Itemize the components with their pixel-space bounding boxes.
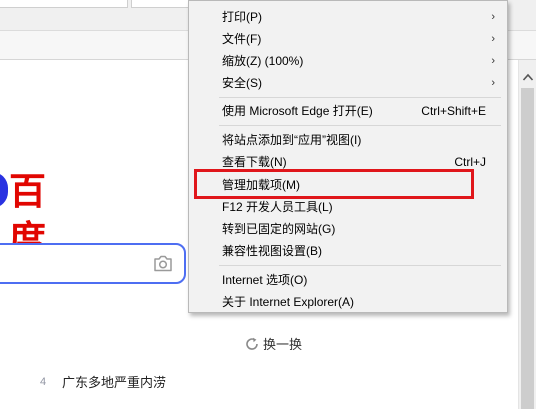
menu-item-internet-options[interactable]: Internet 选项(O) xyxy=(189,269,507,291)
camera-icon[interactable] xyxy=(153,255,173,272)
menu-item-label: 安全(S) xyxy=(222,76,262,90)
menu-item-shortcut: Ctrl+Shift+E xyxy=(421,104,486,118)
menu-item-add-to-apps[interactable]: 将站点添加到“应用”视图(I) xyxy=(189,129,507,151)
scroll-thumb[interactable] xyxy=(521,88,534,409)
menu-item-label: Internet 选项(O) xyxy=(222,273,308,287)
menu-item-label: 将站点添加到“应用”视图(I) xyxy=(222,133,362,147)
chevron-right-icon: › xyxy=(491,77,495,89)
menu-item-compat-view[interactable]: 兼容性视图设置(B) xyxy=(189,240,507,262)
refresh-button[interactable]: 换一换 xyxy=(245,334,302,353)
hot-rank: 4 xyxy=(40,375,47,388)
chevron-right-icon: › xyxy=(491,11,495,23)
refresh-label: 换一换 xyxy=(263,337,303,352)
menu-item-label: 转到已固定的网站(G) xyxy=(222,222,336,236)
menu-separator xyxy=(219,125,501,126)
search-input[interactable] xyxy=(0,243,186,284)
menu-item-label: 缩放(Z) (100%) xyxy=(222,54,304,68)
scroll-up-arrow-icon[interactable] xyxy=(522,72,534,82)
menu-item-file[interactable]: 文件(F) › xyxy=(189,28,507,50)
tab-fragment[interactable] xyxy=(131,0,193,8)
hot-list-item[interactable]: 4 广东多地严重内涝 xyxy=(40,372,166,391)
hot-title: 广东多地严重内涝 xyxy=(62,375,167,390)
refresh-icon xyxy=(246,337,258,350)
menu-separator xyxy=(219,97,501,98)
menu-item-pinned-sites[interactable]: 转到已固定的网站(G) xyxy=(189,218,507,240)
menu-item-security[interactable]: 安全(S) › xyxy=(189,72,507,94)
address-bar-fragment[interactable] xyxy=(0,0,128,8)
page-scrollbar[interactable] xyxy=(518,60,536,409)
menu-item-label: 兼容性视图设置(B) xyxy=(222,244,322,258)
menu-item-zoom[interactable]: 缩放(Z) (100%) › xyxy=(189,50,507,72)
highlight-box xyxy=(194,169,474,199)
menu-item-dev-tools[interactable]: F12 开发人员工具(L) xyxy=(189,196,507,218)
menu-item-label: 使用 Microsoft Edge 打开(E) xyxy=(222,104,373,118)
menu-item-label: 打印(P) xyxy=(222,10,262,24)
menu-item-label: F12 开发人员工具(L) xyxy=(222,200,333,214)
menu-item-print[interactable]: 打印(P) › xyxy=(189,6,507,28)
tools-context-menu: 打印(P) › 文件(F) › 缩放(Z) (100%) › 安全(S) › 使… xyxy=(188,0,508,313)
chevron-right-icon: › xyxy=(491,55,495,67)
chevron-right-icon: › xyxy=(491,33,495,45)
menu-separator xyxy=(219,265,501,266)
menu-item-label: 关于 Internet Explorer(A) xyxy=(222,295,355,309)
menu-item-open-in-edge[interactable]: 使用 Microsoft Edge 打开(E) Ctrl+Shift+E xyxy=(189,100,507,122)
menu-item-label: 文件(F) xyxy=(222,32,262,46)
menu-item-about-ie[interactable]: 关于 Internet Explorer(A) xyxy=(189,291,507,313)
